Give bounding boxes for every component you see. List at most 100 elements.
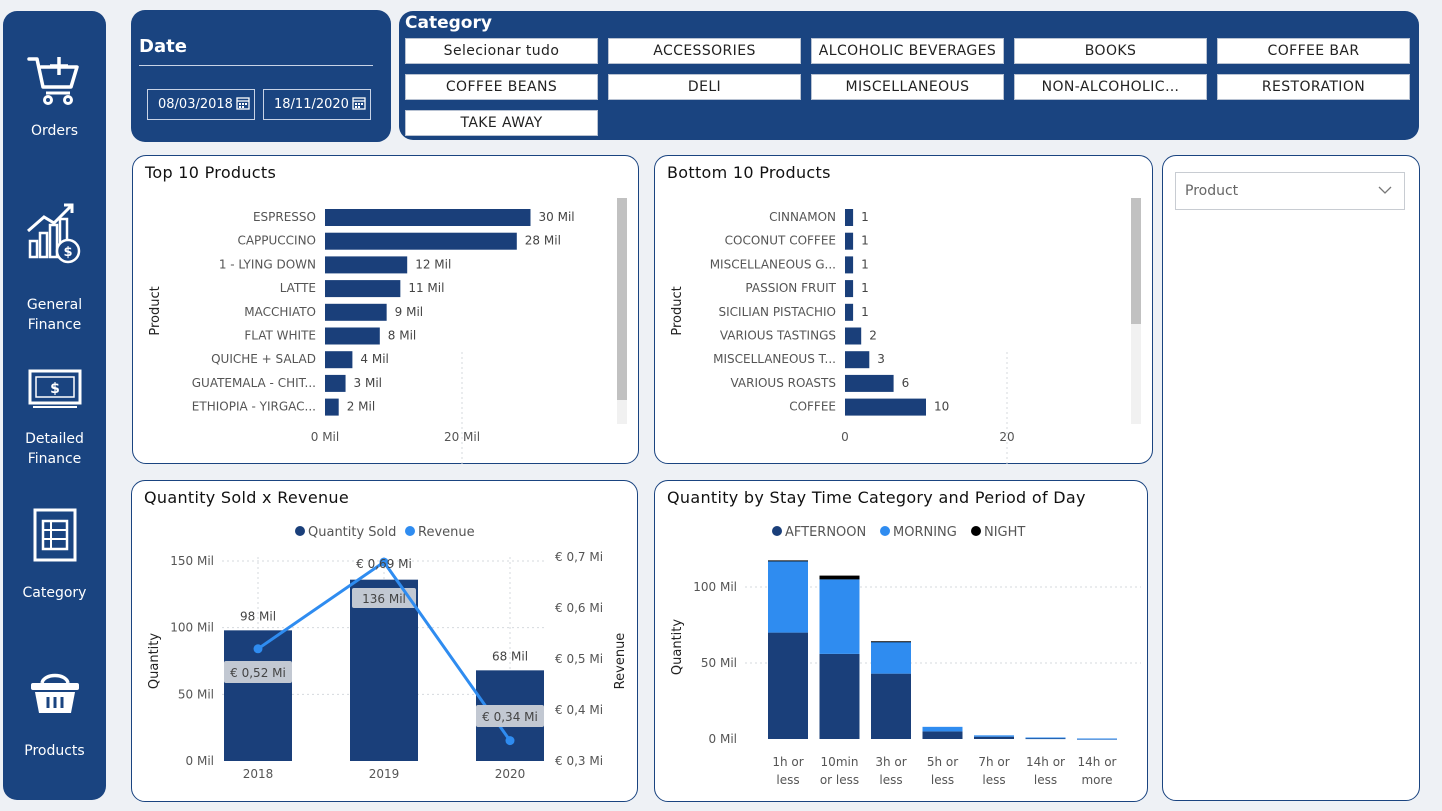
svg-text:$: $ bbox=[50, 381, 60, 397]
y-tick-label: 100 Mil bbox=[693, 580, 737, 594]
y-tick-label: 100 Mil bbox=[170, 621, 214, 635]
product-dropdown-placeholder: Product bbox=[1185, 183, 1239, 199]
start-date-input[interactable]: 08/03/2018 bbox=[147, 89, 255, 120]
calendar-icon bbox=[236, 97, 250, 110]
data-label: 1 bbox=[861, 281, 869, 295]
bar-segment bbox=[922, 731, 963, 739]
x-tick-label: more bbox=[1081, 773, 1112, 787]
bar bbox=[325, 280, 401, 298]
data-label: 136 Mil bbox=[362, 592, 406, 606]
y2-tick-label: € 0,3 Mi bbox=[555, 754, 603, 768]
bar-segment bbox=[819, 653, 860, 739]
calendar-icon bbox=[352, 97, 366, 110]
data-label: € 0,34 Mi bbox=[482, 710, 538, 724]
x-tick-label: 0 Mil bbox=[311, 430, 339, 444]
category-label: COFFEE bbox=[789, 400, 836, 414]
date-filter-card: Date 08/03/2018 18/11/2020 bbox=[131, 10, 391, 142]
data-label: 98 Mil bbox=[240, 609, 276, 623]
bar-segment bbox=[819, 575, 860, 580]
nav-detailed-finance-label: Detailed Finance bbox=[25, 431, 84, 467]
category-label: ESPRESSO bbox=[253, 210, 316, 224]
category-option-take-away[interactable]: TAKE AWAY bbox=[405, 110, 598, 136]
category-option-coffee-bar[interactable]: COFFEE BAR bbox=[1217, 38, 1410, 64]
category-option-miscellaneous[interactable]: MISCELLANEOUS bbox=[811, 74, 1004, 100]
category-label: QUICHE + SALAD bbox=[211, 352, 316, 366]
bar bbox=[845, 280, 854, 298]
nav-category[interactable]: Category bbox=[3, 507, 106, 603]
legend-label: MORNING bbox=[893, 525, 957, 540]
data-label: 2 Mil bbox=[347, 400, 375, 414]
category-option-coffee-beans[interactable]: COFFEE BEANS bbox=[405, 74, 598, 100]
data-label: 6 bbox=[902, 376, 910, 390]
y-axis-title: Product bbox=[670, 286, 685, 335]
bar-segment bbox=[871, 641, 911, 643]
data-label: 3 bbox=[877, 352, 885, 366]
x-tick-label: 5h or bbox=[927, 755, 958, 769]
sidebar-nav: Orders $ General Finance $ Detailed Fina… bbox=[3, 11, 106, 800]
x-tick-label: 2018 bbox=[243, 767, 274, 781]
nav-orders-label: Orders bbox=[30, 123, 79, 139]
start-date-value: 08/03/2018 bbox=[158, 97, 233, 112]
category-option-select-all[interactable]: Selecionar tudo bbox=[405, 38, 598, 64]
x-tick-label: 2020 bbox=[495, 767, 526, 781]
category-option-non-alcoholic[interactable]: NON-ALCOHOLIC… bbox=[1014, 74, 1207, 100]
top10-chart: 0 Mil 20 Mil ESPRESSO 30 Mil CAPPUCCINO 28 Mi… bbox=[148, 198, 627, 465]
x-tick-label: or less bbox=[820, 773, 859, 787]
x-tick-label: 3h or bbox=[875, 755, 906, 769]
bar bbox=[325, 374, 346, 392]
bar bbox=[845, 232, 854, 250]
qty-revenue-panel: Quantity Sold x Revenue Quantity Sold Rev… bbox=[131, 480, 638, 802]
legend-label: AFTERNOON bbox=[785, 525, 866, 540]
nav-detailed-finance[interactable]: $ Detailed Finance bbox=[3, 367, 106, 469]
bar bbox=[845, 351, 870, 369]
category-option-books[interactable]: BOOKS bbox=[1014, 38, 1207, 64]
category-label: MISCELLANEOUS G... bbox=[710, 257, 836, 271]
y-tick-label: 0 Mil bbox=[709, 732, 737, 746]
category-label: FLAT WHITE bbox=[244, 329, 316, 343]
data-label: 1 bbox=[861, 234, 869, 248]
data-label: 2 bbox=[869, 329, 877, 343]
nav-orders[interactable]: Orders bbox=[3, 51, 106, 141]
category-label: SICILIAN PISTACHIO bbox=[719, 305, 836, 319]
end-date-input[interactable]: 18/11/2020 bbox=[263, 89, 371, 120]
category-label: MISCELLANEOUS T... bbox=[713, 352, 836, 366]
data-label: 28 Mil bbox=[525, 234, 561, 248]
bar bbox=[845, 398, 926, 416]
category-option-deli[interactable]: DELI bbox=[608, 74, 801, 100]
x-tick-label: 2019 bbox=[369, 767, 400, 781]
category-label: GUATEMALA - CHIT... bbox=[192, 376, 316, 390]
legend-marker bbox=[405, 526, 415, 536]
bar-segment bbox=[768, 632, 808, 739]
category-option-accessories[interactable]: ACCESSORIES bbox=[608, 38, 801, 64]
y-axis-title: Quantity bbox=[147, 633, 162, 689]
bottom10-chart: 0 20 CINNAMON 1 COCONUT COFFEE 1 MISCELLANEOUS… bbox=[670, 198, 1141, 465]
category-option-alcoholic-beverages[interactable]: ALCOHOLIC BEVERAGES bbox=[811, 38, 1004, 64]
category-label: COCONUT COFFEE bbox=[725, 234, 836, 248]
bar bbox=[845, 303, 854, 321]
nav-products[interactable]: Products bbox=[3, 667, 106, 761]
category-option-restoration[interactable]: RESTORATION bbox=[1217, 74, 1410, 100]
bar bbox=[325, 232, 517, 250]
nav-general-finance-label: General Finance bbox=[26, 297, 83, 333]
product-dropdown[interactable]: Product bbox=[1175, 172, 1405, 210]
data-label: € 0,52 Mi bbox=[230, 666, 286, 680]
nav-general-finance[interactable]: $ General Finance bbox=[3, 201, 106, 335]
data-label: 4 Mil bbox=[360, 352, 388, 366]
date-filter-title: Date bbox=[139, 36, 187, 57]
nav-category-label: Category bbox=[22, 585, 87, 601]
end-date-value: 18/11/2020 bbox=[274, 97, 349, 112]
y-tick-label: 150 Mil bbox=[170, 554, 214, 568]
bar bbox=[845, 209, 854, 226]
bar-segment bbox=[1077, 738, 1117, 740]
basket-icon bbox=[30, 673, 79, 713]
legend-label: Quantity Sold bbox=[308, 525, 396, 540]
bar bbox=[325, 209, 531, 226]
data-label: 1 bbox=[861, 257, 869, 271]
y2-tick-label: € 0,5 Mi bbox=[555, 652, 603, 666]
legend-marker bbox=[295, 526, 305, 536]
data-label: 12 Mil bbox=[415, 257, 451, 271]
x-tick-label: 14h or bbox=[1078, 755, 1117, 769]
category-filter-title: Category bbox=[405, 13, 492, 33]
y-axis-title: Quantity bbox=[670, 619, 685, 675]
legend-marker bbox=[971, 526, 981, 536]
